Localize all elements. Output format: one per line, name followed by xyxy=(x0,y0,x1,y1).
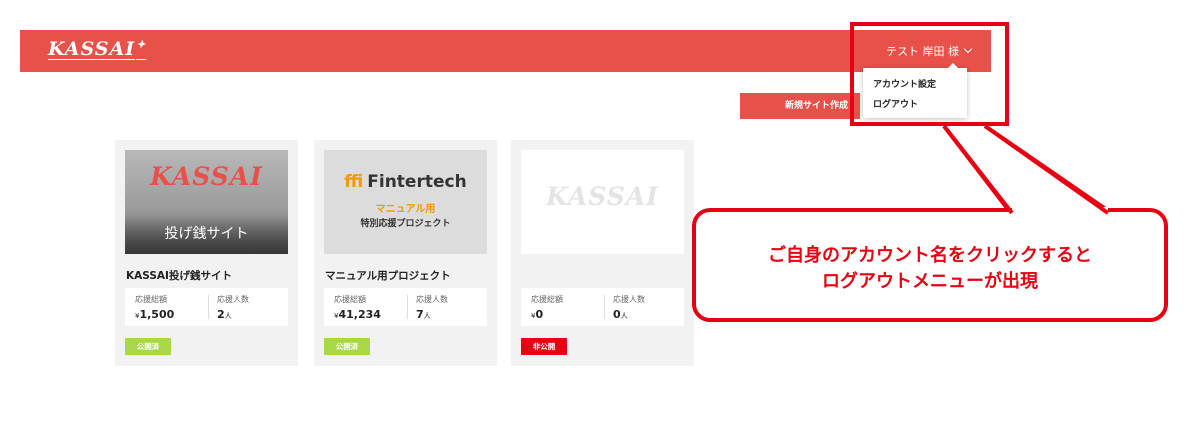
callout-pointer-joint xyxy=(942,124,1110,215)
